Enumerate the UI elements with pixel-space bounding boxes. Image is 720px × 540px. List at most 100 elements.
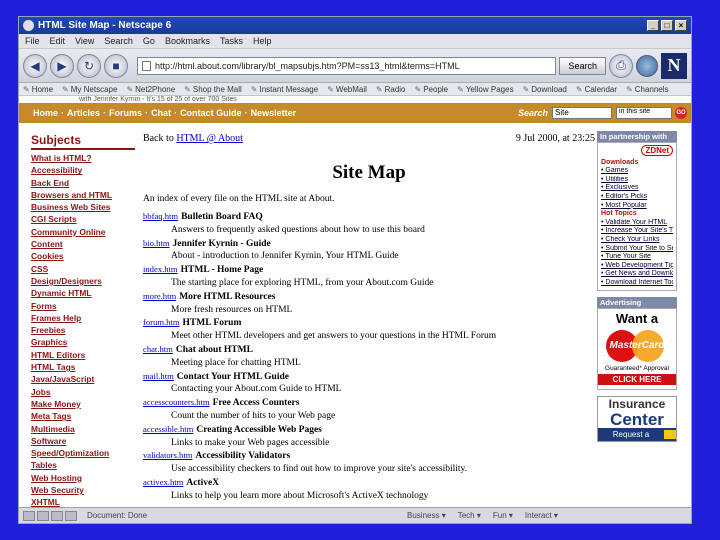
bookmark-item[interactable]: Yellow Pages <box>457 85 514 94</box>
print-icon[interactable]: ⎙ <box>609 53 633 78</box>
subject-link[interactable]: Speed/Optimization <box>31 447 135 459</box>
subject-link[interactable]: Content <box>31 238 135 250</box>
subject-link[interactable]: Web Security <box>31 484 135 496</box>
globe-icon[interactable] <box>636 54 658 77</box>
subject-link[interactable]: Software <box>31 435 135 447</box>
subject-link[interactable]: Web Hosting <box>31 472 135 484</box>
navigator-icon[interactable] <box>23 510 35 521</box>
netscape-logo[interactable]: N <box>661 52 687 79</box>
about-nav-link[interactable]: Forums <box>109 108 142 118</box>
menu-item[interactable]: Go <box>143 36 155 46</box>
entry-file-link[interactable]: accessible.htm <box>143 424 193 434</box>
subject-link[interactable]: What is HTML? <box>31 152 135 164</box>
hot-topic-link[interactable]: • Tune Your Site <box>601 253 673 262</box>
search-button[interactable]: Search <box>559 56 606 75</box>
menu-item[interactable]: Tasks <box>220 36 243 46</box>
about-nav-link[interactable]: Home <box>33 108 58 118</box>
about-search-input[interactable]: Site <box>552 107 612 119</box>
entry-file-link[interactable]: forum.htm <box>143 317 180 327</box>
subject-link[interactable]: CGI Scripts <box>31 213 135 225</box>
reload-icon[interactable]: ↻ <box>77 53 101 78</box>
bookmark-item[interactable]: Net2Phone <box>126 85 175 94</box>
about-search-scope-select[interactable]: in this site <box>616 107 672 119</box>
bookmark-item[interactable]: My Netscape <box>62 85 118 94</box>
ad-click-here-button[interactable]: CLICK HERE <box>598 373 676 385</box>
composer-icon[interactable] <box>51 510 63 521</box>
download-link[interactable]: • Exclusives <box>601 184 673 193</box>
hot-topic-link[interactable]: • Web Development Tips <box>601 262 673 271</box>
subject-link[interactable]: Frames Help <box>31 312 135 324</box>
entry-file-link[interactable]: chat.htm <box>143 344 173 354</box>
subject-link[interactable]: Meta Tags <box>31 410 135 422</box>
hot-topic-link[interactable]: • Download Internet Tools <box>601 279 673 288</box>
close-button[interactable]: × <box>675 20 687 31</box>
download-link[interactable]: • Utilities <box>601 176 673 185</box>
subject-link[interactable]: Browsers and HTML <box>31 189 135 201</box>
zdnet-logo[interactable]: ZDNet <box>601 145 673 157</box>
go-button[interactable]: GO <box>675 107 687 119</box>
bookmark-item[interactable]: People <box>415 85 448 94</box>
subject-link[interactable]: Business Web Sites <box>31 201 135 213</box>
download-link[interactable]: • Editor's Picks <box>601 193 673 202</box>
status-tab[interactable]: Tech <box>458 511 481 520</box>
status-tab[interactable]: Fun <box>493 511 513 520</box>
download-link[interactable]: • Most Popular <box>601 202 673 211</box>
bookmark-item[interactable]: Instant Message <box>251 85 319 94</box>
menu-item[interactable]: Search <box>104 36 133 46</box>
subject-link[interactable]: Cookies <box>31 250 135 262</box>
bookmark-item[interactable]: Shop the Mall <box>184 85 242 94</box>
bookmark-item[interactable]: WebMail <box>327 85 367 94</box>
bookmark-item[interactable]: Channels <box>626 85 669 94</box>
ins-request-bar[interactable]: Request a <box>598 427 676 441</box>
mail-icon[interactable] <box>37 510 49 521</box>
entry-file-link[interactable]: more.htm <box>143 291 176 301</box>
about-nav-link[interactable]: Newsletter <box>251 108 297 118</box>
url-field[interactable]: http://html.about.com/library/bl_mapsubj… <box>137 56 557 75</box>
back-arrow-icon[interactable]: ◀ <box>23 53 47 78</box>
hot-topic-link[interactable]: • Check Your Links <box>601 236 673 245</box>
entry-file-link[interactable]: bbfaq.htm <box>143 211 178 221</box>
bookmark-item[interactable]: Radio <box>376 85 406 94</box>
forward-arrow-icon[interactable]: ▶ <box>50 53 74 78</box>
address-book-icon[interactable] <box>65 510 77 521</box>
hot-topic-link[interactable]: • Increase Your Site's Traffic <box>601 227 673 236</box>
subject-link[interactable]: HTML Editors <box>31 349 135 361</box>
menu-item[interactable]: View <box>75 36 94 46</box>
menu-item[interactable]: Help <box>253 36 272 46</box>
status-tab[interactable]: Business <box>407 511 446 520</box>
status-tab[interactable]: Interact <box>525 511 558 520</box>
subject-link[interactable]: Design/Designers <box>31 275 135 287</box>
subject-link[interactable]: Back End <box>31 177 135 189</box>
menu-item[interactable]: Bookmarks <box>165 36 210 46</box>
subject-link[interactable]: Forms <box>31 300 135 312</box>
subject-link[interactable]: Tables <box>31 459 135 471</box>
subject-link[interactable]: CSS <box>31 263 135 275</box>
subject-link[interactable]: Multimedia <box>31 423 135 435</box>
entry-file-link[interactable]: validators.htm <box>143 450 192 460</box>
hot-topic-link[interactable]: • Get News and Downloads <box>601 270 673 279</box>
menu-item[interactable]: File <box>25 36 40 46</box>
maximize-button[interactable]: □ <box>661 20 673 31</box>
entry-file-link[interactable]: index.htm <box>143 264 178 274</box>
entry-file-link[interactable]: accesscounters.htm <box>143 397 210 407</box>
subject-link[interactable]: Community Online <box>31 226 135 238</box>
subject-link[interactable]: Make Money <box>31 398 135 410</box>
mastercard-ad[interactable]: Want a MasterCard Guaranteed* Approval C… <box>597 307 677 390</box>
minimize-button[interactable]: _ <box>647 20 659 31</box>
bookmark-item[interactable]: Download <box>523 85 567 94</box>
subject-link[interactable]: Java/JavaScript <box>31 373 135 385</box>
subject-link[interactable]: Graphics <box>31 336 135 348</box>
download-link[interactable]: • Games <box>601 167 673 176</box>
back-to-link[interactable]: HTML @ About <box>176 133 243 144</box>
bookmark-item[interactable]: Home <box>23 85 53 94</box>
subject-link[interactable]: HTML Tags <box>31 361 135 373</box>
subject-link[interactable]: Jobs <box>31 386 135 398</box>
menu-item[interactable]: Edit <box>50 36 66 46</box>
subject-link[interactable]: Freebies <box>31 324 135 336</box>
insurance-center-ad[interactable]: Insurance Center Request a <box>597 395 677 442</box>
about-nav-link[interactable]: Contact Guide <box>180 108 242 118</box>
entry-file-link[interactable]: activex.htm <box>143 477 183 487</box>
hot-topic-link[interactable]: • Submit Your Site to Search Engines <box>601 245 673 254</box>
about-nav-link[interactable]: Chat <box>151 108 171 118</box>
subject-link[interactable]: Accessibility <box>31 164 135 176</box>
